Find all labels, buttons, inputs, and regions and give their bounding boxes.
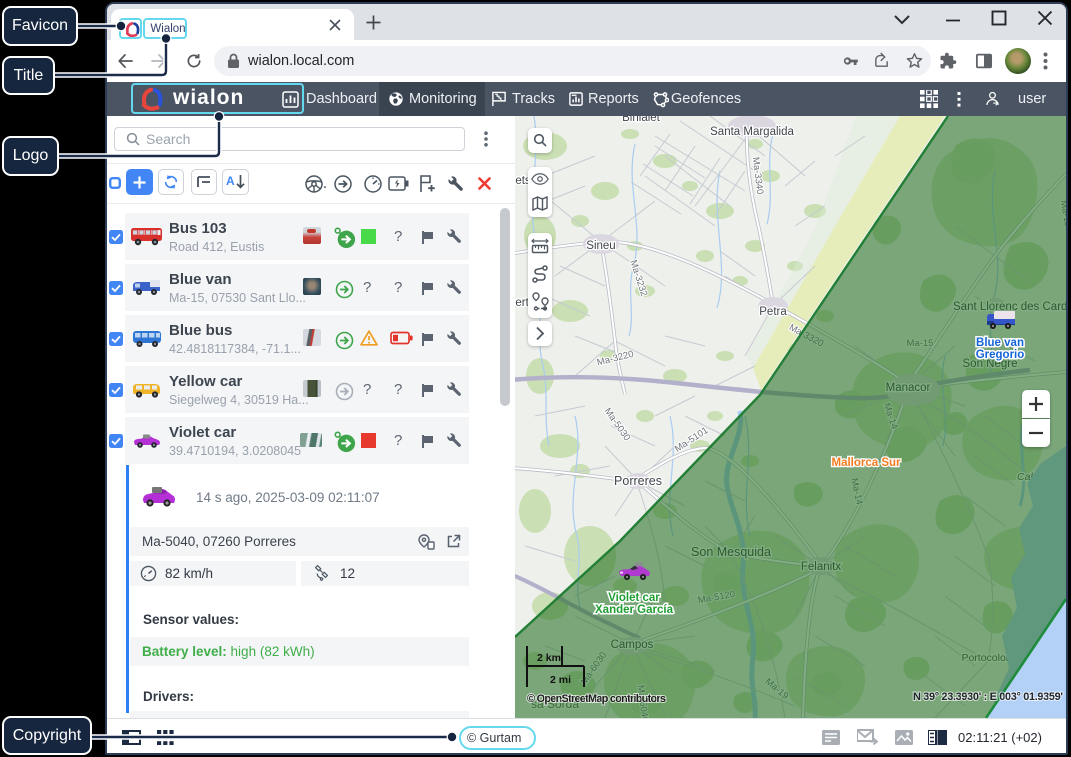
svg-text:Xander García: Xander García	[595, 604, 674, 616]
svg-text:Mallorca Sur: Mallorca Sur	[831, 457, 901, 469]
svg-text:2 mi: 2 mi	[550, 674, 571, 686]
svg-text:Gregorio: Gregorio	[976, 349, 1025, 361]
svg-text:Violet car: Violet car	[608, 592, 660, 604]
svg-text:Santa Margalida: Santa Margalida	[710, 126, 794, 138]
svg-text:N 39° 23.3930' : E 003° 01.935: N 39° 23.3930' : E 003° 01.9359'	[913, 691, 1063, 703]
svg-text:Porreres: Porreres	[614, 474, 662, 488]
svg-text:© OpenStreetMap contributors: © OpenStreetMap contributors	[527, 693, 666, 705]
svg-text:Blue van: Blue van	[976, 337, 1024, 349]
svg-text:Sineu: Sineu	[586, 240, 615, 252]
svg-text:Binialet: Binialet	[622, 116, 661, 124]
svg-text:2 km: 2 km	[537, 652, 561, 664]
svg-text:Petra: Petra	[759, 306, 787, 318]
